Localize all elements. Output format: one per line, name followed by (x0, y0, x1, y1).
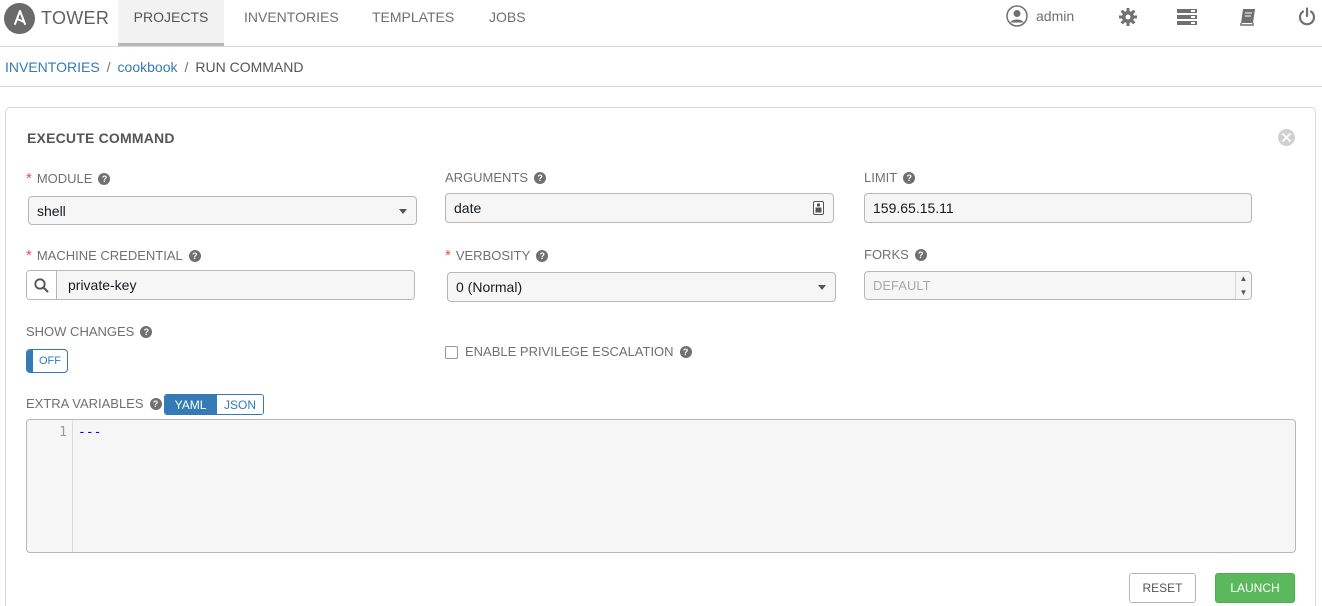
verbosity-label: * VERBOSITY ? (445, 247, 549, 264)
forks-input[interactable]: DEFAULT ▲ ▼ (864, 271, 1252, 300)
required-marker: * (445, 247, 451, 264)
power-icon (1298, 7, 1316, 26)
system-button[interactable] (1175, 5, 1199, 29)
help-icon[interactable]: ? (536, 249, 549, 262)
close-icon (1282, 133, 1291, 142)
limit-value: 159.65.15.11 (873, 200, 954, 216)
user-icon (1006, 5, 1028, 27)
tab-inventories-label: INVENTORIES (244, 9, 339, 25)
tab-projects[interactable]: PROJECTS (118, 0, 224, 46)
password-manager-icon[interactable] (813, 201, 824, 215)
json-button[interactable]: JSON (216, 395, 263, 414)
search-icon (34, 277, 49, 292)
help-icon[interactable]: ? (98, 172, 111, 185)
line-number: 1 (59, 425, 67, 440)
chevron-down-icon (399, 208, 407, 214)
help-icon[interactable]: ? (903, 171, 916, 184)
forks-placeholder: DEFAULT (873, 278, 931, 293)
toggle-state: OFF (39, 355, 61, 367)
breadcrumb-inventories[interactable]: INVENTORIES (5, 59, 100, 75)
verbosity-value: 0 (Normal) (456, 279, 523, 295)
limit-input[interactable]: 159.65.15.11 (864, 193, 1252, 223)
panel-title: EXECUTE COMMAND (27, 130, 175, 146)
privilege-escalation-checkbox[interactable] (445, 346, 458, 359)
breadcrumb: INVENTORIES / cookbook / RUN COMMAND (0, 47, 1322, 87)
arguments-input[interactable]: date (445, 193, 834, 223)
help-icon[interactable]: ? (188, 249, 201, 262)
server-icon (1177, 9, 1197, 25)
breadcrumb-separator: / (184, 58, 189, 75)
toggle-knob (27, 350, 33, 372)
reset-button[interactable]: RESET (1129, 573, 1196, 603)
ansible-logo-icon (4, 2, 35, 34)
chevron-down-icon[interactable]: ▼ (1236, 286, 1251, 300)
brand-name: TOWER (41, 7, 110, 28)
settings-button[interactable] (1116, 5, 1140, 29)
verbosity-select[interactable]: 0 (Normal) (447, 272, 836, 302)
tab-projects-label: PROJECTS (133, 9, 209, 25)
username: admin (1036, 8, 1075, 24)
chevron-up-icon[interactable]: ▲ (1236, 272, 1251, 286)
required-marker: * (26, 170, 32, 187)
logout-button[interactable] (1295, 5, 1319, 29)
help-icon[interactable]: ? (534, 171, 547, 184)
credential-value: private-key (68, 277, 137, 293)
show-changes-label: SHOW CHANGES ? (26, 324, 153, 339)
tab-templates[interactable]: TEMPLATES (372, 0, 454, 46)
arguments-label-text: ARGUMENTS (445, 170, 529, 185)
help-icon[interactable]: ? (140, 325, 153, 338)
credential-input[interactable]: private-key (57, 271, 414, 299)
module-label-text: MODULE (36, 171, 93, 186)
forks-spinner[interactable]: ▲ ▼ (1235, 272, 1251, 299)
breadcrumb-current: RUN COMMAND (195, 58, 304, 75)
credential-label: * MACHINE CREDENTIAL ? (26, 247, 201, 264)
editor-content: --- (78, 425, 102, 440)
tab-templates-label: TEMPLATES (372, 9, 455, 25)
user-menu[interactable]: admin (1006, 0, 1074, 32)
book-icon (1240, 9, 1255, 26)
verbosity-label-text: VERBOSITY (455, 248, 531, 263)
launch-button[interactable]: LAUNCH (1215, 573, 1295, 603)
arguments-label: ARGUMENTS ? (445, 170, 547, 185)
limit-label: LIMIT ? (864, 170, 916, 185)
credential-search-button[interactable] (27, 271, 57, 299)
module-select[interactable]: shell (28, 196, 417, 225)
limit-label-text: LIMIT (864, 170, 898, 185)
execute-command-panel: EXECUTE COMMAND * MODULE ? shell ARGUMEN… (5, 107, 1316, 606)
privilege-escalation-label: ENABLE PRIVILEGE ESCALATION ? (465, 344, 692, 359)
tab-inventories[interactable]: INVENTORIES (244, 0, 339, 46)
gear-icon (1119, 8, 1137, 26)
privilege-escalation-label-text: ENABLE PRIVILEGE ESCALATION (465, 344, 674, 359)
credential-label-text: MACHINE CREDENTIAL (36, 248, 183, 263)
line-number-gutter: 1 (27, 420, 73, 552)
show-changes-toggle[interactable]: OFF (26, 349, 68, 373)
tab-jobs-label: JOBS (489, 9, 526, 25)
credential-lookup: private-key (26, 270, 415, 300)
help-icon[interactable]: ? (914, 248, 927, 261)
parse-type-toggle: YAML JSON (164, 394, 264, 415)
top-navbar: TOWER PROJECTS INVENTORIES TEMPLATES JOB… (0, 0, 1322, 47)
chevron-down-icon (818, 285, 826, 290)
breadcrumb-cookbook[interactable]: cookbook (118, 59, 178, 75)
extra-variables-label-text: EXTRA VARIABLES (26, 396, 144, 411)
help-icon[interactable]: ? (149, 397, 162, 410)
module-value: shell (37, 202, 66, 219)
show-changes-label-text: SHOW CHANGES (26, 324, 135, 339)
yaml-button[interactable]: YAML (165, 395, 216, 414)
module-label: * MODULE ? (26, 170, 111, 187)
docs-button[interactable] (1236, 5, 1260, 29)
brand[interactable]: TOWER (4, 2, 109, 34)
extra-variables-editor[interactable]: 1 --- (26, 419, 1296, 553)
forks-label-text: FORKS (864, 247, 909, 262)
tab-jobs[interactable]: JOBS (489, 0, 526, 46)
forks-label: FORKS ? (864, 247, 927, 262)
required-marker: * (26, 247, 32, 264)
close-button[interactable] (1278, 129, 1295, 146)
extra-variables-label: EXTRA VARIABLES ? (26, 396, 162, 411)
help-icon[interactable]: ? (679, 345, 692, 358)
arguments-value: date (454, 200, 482, 216)
breadcrumb-separator: / (106, 58, 111, 75)
